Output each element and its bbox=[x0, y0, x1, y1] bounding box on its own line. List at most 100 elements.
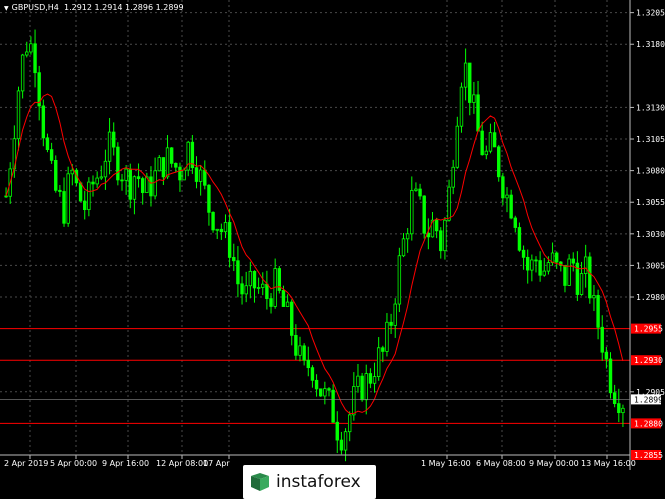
candle-body bbox=[41, 105, 46, 139]
candle-body bbox=[612, 392, 617, 405]
candle-body bbox=[285, 301, 290, 307]
candle-body bbox=[58, 189, 62, 192]
candle-body bbox=[583, 256, 588, 274]
candle-body bbox=[381, 347, 385, 352]
candle-body bbox=[364, 373, 368, 401]
candle-body bbox=[211, 211, 215, 231]
current-price-label: 1.2899 bbox=[634, 395, 663, 404]
candle-body bbox=[232, 257, 236, 262]
candle-body bbox=[418, 188, 422, 197]
candle-body bbox=[509, 194, 513, 219]
candle-body bbox=[517, 227, 522, 251]
candle-body bbox=[294, 334, 298, 356]
candle-body bbox=[95, 177, 99, 185]
candle-body bbox=[203, 169, 207, 186]
candle-body bbox=[219, 228, 224, 233]
candle-body bbox=[198, 169, 203, 182]
candle-body bbox=[368, 373, 373, 384]
candle-body bbox=[29, 43, 33, 53]
candle-body bbox=[335, 421, 339, 441]
watermark-banner: instaforex bbox=[243, 465, 376, 499]
candle-body bbox=[339, 439, 344, 451]
candle-body bbox=[604, 351, 609, 360]
candle-body bbox=[78, 182, 83, 202]
candle-body bbox=[178, 166, 182, 181]
candle-body bbox=[488, 132, 493, 152]
level-price-label: 1.2855 bbox=[634, 451, 663, 460]
candle-body bbox=[62, 191, 66, 224]
ohlc-values: 1.2912 1.2914 1.2896 1.2899 bbox=[63, 3, 184, 12]
candle-body bbox=[331, 389, 335, 423]
candle-body bbox=[290, 301, 294, 336]
x-tick-label: 12 Apr 08:00 bbox=[156, 459, 208, 468]
y-tick-label: 1.2980 bbox=[636, 293, 665, 302]
candle-body bbox=[310, 367, 315, 381]
candle-body bbox=[70, 169, 75, 175]
candle-body bbox=[327, 388, 331, 391]
candle-body bbox=[182, 169, 186, 181]
candle-body bbox=[472, 94, 476, 103]
x-tick-label: 9 May 00:00 bbox=[529, 459, 579, 468]
candle-body bbox=[534, 259, 538, 262]
candle-body bbox=[579, 273, 584, 295]
candle-body bbox=[385, 321, 389, 352]
candle-body bbox=[256, 287, 261, 289]
candle-body bbox=[83, 200, 87, 211]
candle-body bbox=[87, 181, 91, 211]
chart-header: ▼ GBPUSD,H4 1.2912 1.2914 1.2896 1.2899 bbox=[4, 3, 184, 12]
y-tick-label: 1.3105 bbox=[636, 135, 665, 144]
candle-body bbox=[484, 150, 489, 156]
price-chart[interactable]: 1.3205 1.3180 1.3130 1.3105 1.3080 1.3055 1.30… bbox=[0, 0, 665, 499]
candle-body bbox=[107, 131, 112, 162]
candle-body bbox=[542, 270, 546, 276]
candle-body bbox=[563, 265, 567, 286]
candle-body bbox=[323, 388, 327, 397]
candle-body bbox=[215, 228, 219, 231]
candle-body bbox=[128, 168, 132, 200]
candle-body bbox=[389, 321, 393, 326]
candle-body bbox=[140, 178, 145, 193]
x-tick-label: 5 Apr 00:00 bbox=[50, 459, 97, 468]
collapse-triangle-icon[interactable]: ▼ bbox=[4, 5, 9, 12]
candle-body bbox=[372, 376, 377, 384]
candle-body bbox=[608, 358, 613, 394]
x-tick-label: 17 Apr bbox=[203, 459, 230, 468]
candle-body bbox=[124, 168, 128, 181]
candle-body bbox=[376, 347, 381, 377]
candle-body bbox=[153, 170, 157, 197]
level-price-label: 1.2955 bbox=[634, 325, 663, 334]
candle-body bbox=[120, 179, 124, 182]
candle-body bbox=[480, 130, 484, 156]
candle-body bbox=[513, 217, 517, 228]
y-tick-label: 1.3205 bbox=[636, 9, 665, 18]
candle-body bbox=[410, 190, 414, 235]
y-tick-label: 1.3180 bbox=[636, 40, 665, 49]
candle-body bbox=[447, 186, 451, 221]
candle-body bbox=[405, 233, 410, 240]
candle-body bbox=[451, 166, 455, 188]
candle-body bbox=[49, 149, 54, 161]
candle-body bbox=[244, 285, 248, 295]
candle-body bbox=[161, 157, 166, 178]
candle-body bbox=[252, 270, 257, 289]
candle-body bbox=[592, 295, 596, 299]
candle-body bbox=[356, 375, 360, 387]
candle-body bbox=[468, 62, 472, 103]
candle-body bbox=[302, 345, 306, 361]
candle-body bbox=[546, 262, 551, 272]
candle-body bbox=[103, 160, 108, 178]
candle-body bbox=[319, 388, 323, 397]
candle-body bbox=[588, 256, 592, 299]
y-tick-label: 1.3080 bbox=[636, 167, 665, 176]
x-tick-label: 13 May 16:00 bbox=[581, 459, 636, 468]
candle-body bbox=[463, 62, 468, 88]
level-price-label: 1.2930 bbox=[634, 356, 663, 365]
candle-body bbox=[281, 290, 286, 307]
y-tick-label: 1.3055 bbox=[636, 198, 665, 207]
candle-body bbox=[455, 125, 460, 168]
candle-body bbox=[236, 260, 240, 285]
y-tick-label: 1.3030 bbox=[636, 230, 665, 239]
candle-body bbox=[248, 270, 253, 287]
candle-body bbox=[414, 188, 418, 191]
candle-body bbox=[492, 132, 497, 148]
